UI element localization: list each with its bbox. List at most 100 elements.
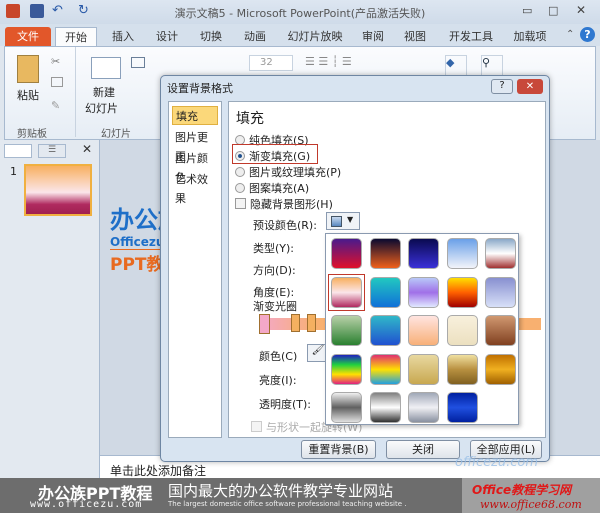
dialog-title: 设置背景格式 — [167, 82, 233, 95]
preset-gradient-swatch[interactable] — [369, 276, 401, 308]
tab-design[interactable]: 设计 — [150, 27, 184, 46]
group-slides-label: 幻灯片 — [101, 129, 131, 140]
type-label: 类型(Y): — [253, 242, 295, 255]
highlight-box — [232, 144, 318, 164]
gradient-stop-3[interactable] — [307, 314, 316, 332]
new-slide-label-1[interactable]: 新建 — [93, 84, 115, 100]
new-slide-label-2[interactable]: 幻灯片 — [85, 100, 118, 116]
format-painter-icon[interactable]: ✎ — [51, 99, 60, 112]
tab-transitions[interactable]: 切换 — [194, 27, 228, 46]
preset-gradient-swatch[interactable] — [331, 276, 362, 308]
preset-gradient-swatch[interactable] — [446, 276, 478, 308]
footer-slogan: 国内最大的办公软件教学专业网站 — [168, 482, 394, 500]
tab-addins[interactable]: 加载项 — [508, 27, 552, 46]
corner-watermark: officezu.com — [455, 455, 539, 470]
radio-pattern-fill[interactable]: 图案填充(A) — [235, 180, 309, 196]
preset-gradient-swatch[interactable] — [446, 315, 478, 346]
gradient-stops-label: 渐变光圈 — [253, 300, 297, 313]
preset-gradient-gallery — [325, 233, 519, 425]
tab-developer[interactable]: 开发工具 — [445, 27, 497, 46]
tab-slideshow[interactable]: 幻灯片放映 — [282, 27, 348, 46]
close-window-button[interactable]: ✕ — [576, 3, 586, 17]
paste-icon[interactable] — [17, 55, 39, 83]
footer-banner: 办公族PPT教程 www.officezu.com 国内最大的办公软件教学专业网… — [0, 478, 600, 513]
close-pane-icon[interactable]: ✕ — [82, 142, 92, 156]
preset-gradient-swatch[interactable] — [446, 392, 478, 423]
shapes-icon[interactable]: ◆ — [445, 55, 467, 77]
notes-placeholder[interactable]: 单击此处添加备注 — [110, 462, 206, 479]
new-slide-icon[interactable] — [91, 57, 121, 79]
chevron-down-icon: ▼ — [347, 215, 354, 224]
preset-gradient-swatch[interactable] — [408, 238, 439, 269]
title-bar: ↶ ↻ 演示文稿5 - Microsoft PowerPoint(产品激活失败)… — [0, 0, 600, 24]
window-title: 演示文稿5 - Microsoft PowerPoint(产品激活失败) — [174, 7, 426, 20]
group-clipboard-label: 剪贴板 — [17, 129, 47, 140]
paste-button[interactable]: 粘贴 — [17, 87, 39, 103]
preset-gradient-swatch[interactable] — [331, 238, 362, 269]
preset-gradient-swatch[interactable] — [485, 315, 516, 346]
reset-background-button[interactable]: 重置背景(B) — [301, 440, 376, 459]
preset-gradient-swatch[interactable] — [408, 353, 439, 385]
help-button[interactable]: ? — [491, 79, 513, 94]
gradient-stop-2[interactable] — [291, 314, 300, 332]
gradient-stop-1[interactable] — [259, 314, 270, 334]
copy-icon[interactable] — [51, 77, 63, 87]
office68-badge: Office教程学习网 www.office68.com — [462, 478, 600, 513]
cut-icon[interactable]: ✂ — [51, 55, 60, 68]
badge-title: Office教程学习网 — [472, 483, 572, 497]
footer-url: www.officezu.com — [30, 499, 143, 510]
ribbon-tabs: 文件 开始 插入 设计 切换 动画 幻灯片放映 审阅 视图 开发工具 加载项 ⌃… — [0, 24, 600, 46]
close-button[interactable]: 关闭 — [386, 440, 460, 459]
transparency-label: 透明度(T): — [259, 398, 312, 411]
brightness-label: 亮度(I): — [259, 374, 297, 387]
slides-pane: ☰ ✕ 1 — [0, 140, 100, 480]
hide-graphics-checkbox[interactable]: 隐藏背景图形(H) — [235, 196, 333, 212]
preset-gradient-swatch[interactable] — [485, 353, 516, 385]
radio-picture-fill[interactable]: 图片或纹理填充(P) — [235, 164, 341, 180]
divider — [75, 47, 76, 137]
preset-colors-dropdown[interactable]: ▼ — [326, 212, 360, 230]
collapse-ribbon-icon[interactable]: ⌃ — [566, 29, 574, 40]
category-picture-corrections[interactable]: 图片更正 — [172, 128, 218, 163]
preset-gradient-swatch[interactable] — [408, 392, 439, 423]
preset-gradient-swatch[interactable] — [485, 238, 516, 269]
maximize-button[interactable]: □ — [548, 4, 558, 17]
tab-insert[interactable]: 插入 — [106, 27, 140, 46]
slides-tab[interactable] — [4, 144, 32, 158]
preset-gradient-swatch[interactable] — [446, 353, 478, 385]
bullets-icon[interactable]: ☰ ☰ ┆ ☰ — [305, 55, 352, 68]
tab-animations[interactable]: 动画 — [238, 27, 272, 46]
section-title: 填充 — [236, 111, 264, 127]
preset-gradient-swatch[interactable] — [331, 353, 362, 385]
outline-tab[interactable]: ☰ — [38, 144, 66, 158]
preset-gradient-swatch[interactable] — [331, 392, 362, 423]
tab-review[interactable]: 审阅 — [356, 27, 390, 46]
preset-swatch-icon — [331, 216, 342, 227]
preset-gradient-swatch[interactable] — [369, 353, 401, 385]
preset-gradient-swatch[interactable] — [408, 276, 439, 308]
category-fill[interactable]: 填充 — [172, 106, 218, 125]
category-picture-color[interactable]: 图片颜色 — [172, 149, 218, 184]
preset-gradient-swatch[interactable] — [369, 238, 401, 269]
dialog-close-button[interactable]: ✕ — [517, 79, 543, 94]
layout-icon[interactable] — [131, 57, 145, 68]
help-icon[interactable]: ? — [580, 27, 595, 42]
preset-gradient-swatch[interactable] — [408, 315, 439, 346]
preset-gradient-swatch[interactable] — [369, 392, 401, 423]
tab-home[interactable]: 开始 — [55, 27, 97, 46]
preset-gradient-swatch[interactable] — [331, 315, 362, 346]
minimize-button[interactable]: ▭ — [522, 4, 532, 17]
font-size-select[interactable]: 32 — [249, 55, 293, 71]
tab-view[interactable]: 视图 — [398, 27, 432, 46]
preset-gradient-swatch[interactable] — [369, 315, 401, 346]
category-artistic-effects[interactable]: 艺术效果 — [172, 170, 218, 205]
slide-number: 1 — [10, 165, 17, 178]
preset-gradient-swatch[interactable] — [446, 238, 478, 269]
category-list: 填充 图片更正 图片颜色 艺术效果 — [168, 101, 222, 438]
preset-gradient-swatch[interactable] — [485, 276, 516, 308]
footer-slogan-en: The largest domestic office software pro… — [168, 500, 407, 508]
tab-file[interactable]: 文件 — [5, 27, 51, 46]
find-icon[interactable]: ⚲ — [481, 55, 503, 77]
color-label: 颜色(C) — [259, 350, 298, 363]
slide-thumbnail[interactable] — [24, 164, 92, 216]
